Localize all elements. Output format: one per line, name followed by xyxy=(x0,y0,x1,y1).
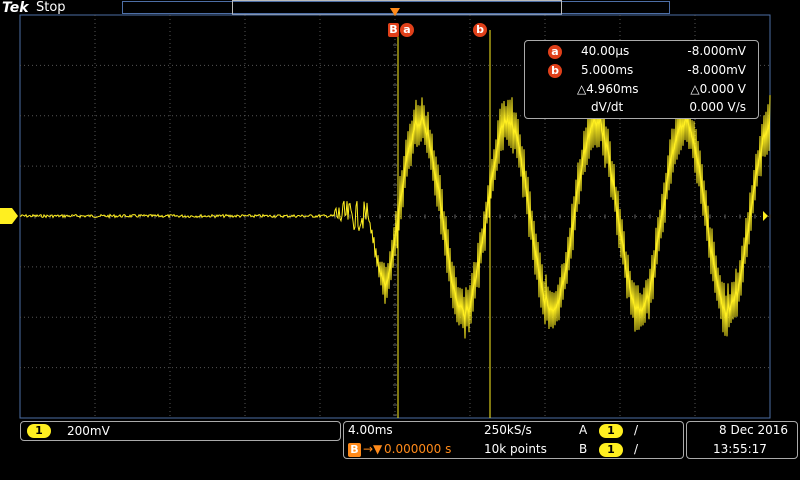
trigger-marker-label: B xyxy=(388,23,399,37)
cursor-delta-value: △0.000 V xyxy=(690,82,746,96)
cursor-b-value: -8.000mV xyxy=(687,63,746,77)
cursor-delta-time: △4.960ms xyxy=(577,82,639,96)
trigger-b-label: B xyxy=(579,442,588,456)
slope-value: 0.000 V/s xyxy=(689,100,746,114)
trigger-a-label: A xyxy=(579,423,588,437)
channel-1-panel[interactable]: 1 200mV xyxy=(20,421,341,441)
cursor-b-badge[interactable]: b xyxy=(473,23,487,37)
cursor-a-badge[interactable]: a xyxy=(400,23,414,37)
trigger-b-source: 1 xyxy=(599,443,623,457)
trigger-a-source: 1 xyxy=(599,424,623,438)
delay-arrow: →▼ xyxy=(363,442,383,456)
date-display: 8 Dec 2016 xyxy=(719,423,789,437)
cursor-readout-panel: a 40.00µs -8.000mV b 5.000ms -8.000mV △4… xyxy=(524,40,759,119)
readout-b-badge: b xyxy=(548,64,562,78)
trigger-a-slope-icon: / xyxy=(634,423,639,437)
record-length: 10k points xyxy=(484,442,547,456)
trigger-b-slope-icon: / xyxy=(634,442,639,456)
cursor-a-value: -8.000mV xyxy=(687,44,746,58)
timebase-value: 4.00ms xyxy=(348,423,393,437)
trigger-level-marker xyxy=(763,211,768,221)
channel-1-badge: 1 xyxy=(27,424,51,438)
datetime-panel: 8 Dec 2016 13:55:17 xyxy=(686,421,798,459)
readout-a-badge: a xyxy=(548,45,562,59)
time-display: 13:55:17 xyxy=(713,442,767,456)
delay-value: 0.000000 s xyxy=(384,442,452,456)
channel-1-scale: 200mV xyxy=(67,424,110,438)
slope-label: dV/dt xyxy=(591,100,624,114)
sample-rate: 250kS/s xyxy=(484,423,532,437)
cursor-b-time: 5.000ms xyxy=(581,63,634,77)
cursor-a-time: 40.00µs xyxy=(581,44,630,58)
channel-1-ground-marker xyxy=(0,208,18,224)
delay-marker-badge: B xyxy=(348,443,361,457)
horizontal-trigger-panel[interactable]: 4.00ms 250kS/s B →▼ 0.000000 s 10k point… xyxy=(343,421,684,459)
